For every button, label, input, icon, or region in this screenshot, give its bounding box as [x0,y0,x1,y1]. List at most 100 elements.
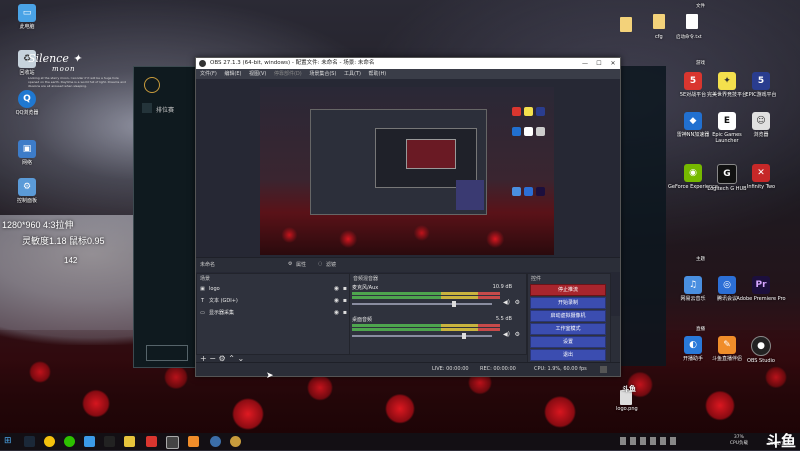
computer-icon: ▭ [18,4,36,22]
volume-slider[interactable] [352,333,492,339]
image-icon: ▣ [200,286,205,292]
logo-file-label: logo.png [616,406,638,412]
douyu-taskbar-icon[interactable] [188,436,199,447]
steam-icon[interactable] [24,436,35,447]
control-panel-icon: ⚙ [18,178,36,196]
preview-canvas[interactable] [260,87,554,255]
preview-app-icon [536,107,545,116]
app-icon-premiere[interactable]: Pr Adobe Premiere Pro [734,276,788,302]
text-icon: T [200,298,205,304]
app-taskbar-icon[interactable] [146,436,157,447]
cpu-tray: 37% CPU负载 [729,435,748,446]
properties-button[interactable]: 属性 [296,261,306,268]
controls-dock: 控件 停止推流 开始录制 启动虚拟摄像机 工作室模式 设置 退出 [527,273,611,365]
studio-mode-button[interactable]: 工作室模式 [530,323,606,335]
mixer-track-desktop: 桌面音频 5.5 dB ◀) ⚙ [352,316,520,339]
menu-tools[interactable]: 工具(T) [344,71,361,77]
preview-app-icon [524,127,533,136]
folder-icon[interactable] [620,17,632,32]
app-taskbar-icon[interactable] [84,436,95,447]
lock-icon[interactable]: ▪ [343,284,347,294]
desktop-icon-this-pc[interactable]: ▭ 此电脑 [0,4,54,30]
preview-flowers [260,215,554,255]
text-file-icon[interactable] [686,14,698,29]
desktop-icon-network[interactable]: ▣ 网络 [0,140,54,166]
group-label-games: 游戏 [696,61,705,66]
obs-window[interactable]: OBS 27.1.3 (64-bit, windows) - 配置文件: 未命名… [195,57,621,377]
speaker-icon[interactable]: ◀) [503,331,510,338]
sources-dock: 场景 ▣ logo ◉ ▪ T 文本 (GDI+) ◉ ▪ ▭ 显示器采集 ◉ ▪ [196,273,350,355]
menu-docks[interactable]: 停靠部件(D) [274,71,302,77]
menu-edit[interactable]: 编辑(E) [224,71,241,77]
wallpaper-silence-title: Silence ✦ moon [28,52,82,73]
app-icon-infinity[interactable]: ✕ Infinity Two [734,164,788,190]
scene-tab[interactable]: 未命名 [200,261,215,268]
menu-help[interactable]: 帮助(H) [369,71,387,77]
text-file-label: 启动命令.txt [676,35,702,40]
small-number: 142 [64,256,78,265]
menu-scene-collection[interactable]: 场景集合(S) [309,71,336,77]
app-icon-epic-platform[interactable]: 5 EPIC游戏平台 [734,72,788,98]
ranked-label: 排位赛 [156,107,175,114]
app-taskbar-icon[interactable] [210,436,221,447]
gear-icon[interactable]: ⚙ [288,261,292,267]
filters-button[interactable]: 滤镜 [326,261,336,268]
game-taskbar-icon[interactable] [230,436,241,447]
visibility-eye-icon[interactable]: ◉ [334,296,339,306]
volume-meter [352,292,500,295]
status-indicator-icon [600,366,607,373]
app-taskbar-icon[interactable] [104,436,115,447]
visibility-eye-icon[interactable]: ◉ [334,308,339,318]
desktop-icon-control-panel[interactable]: ⚙ 控制面板 [0,178,54,204]
volume-meter [352,324,500,327]
obs-title-bar[interactable]: OBS 27.1.3 (64-bit, windows) - 配置文件: 未命名… [196,58,620,69]
virtual-camera-button[interactable]: 启动虚拟摄像机 [530,310,606,322]
group-label-live: 直播 [696,327,705,332]
tray-icons[interactable] [620,437,680,445]
app-icon-obs[interactable]: ● OBS Studio [734,336,788,364]
slider-knob[interactable] [462,333,466,339]
app-taskbar-icon[interactable] [44,436,55,447]
exit-button[interactable]: 退出 [530,349,606,361]
maximize-icon[interactable]: ☐ [592,58,606,69]
nested-preview-3 [406,139,456,169]
epic-platform-icon: 5 [752,72,770,90]
menu-bar: 文件(F) 编辑(E) 视图(V) 停靠部件(D) 场景集合(S) 工具(T) … [196,69,620,79]
app-icon-misc[interactable]: ☺ 浏览器 [734,112,788,138]
obs-taskbar-icon[interactable] [166,436,179,449]
close-icon[interactable]: ✕ [606,58,620,69]
start-icon[interactable]: ⊞ [4,436,15,447]
source-item-display[interactable]: ▭ 显示器采集 ◉ ▪ [199,308,349,318]
menu-view[interactable]: 视图(V) [249,71,266,77]
menu-file[interactable]: 文件(F) [200,71,217,77]
lock-icon[interactable]: ▪ [343,308,347,318]
game-logo-icon [144,77,160,93]
game-client-window[interactable]: 排位赛 [133,66,197,368]
slider-knob[interactable] [452,301,456,307]
preview-area[interactable]: 未命名 ⚙ 属性 ◌ 滤镜 场景 ▣ logo ◉ ▪ T 文本 (GDI+) ◉ ▪ … [196,79,620,365]
app-taskbar-icon[interactable] [124,436,135,447]
qq-browser-icon: Q [18,90,36,108]
source-item-logo[interactable]: ▣ logo ◉ ▪ [199,284,349,294]
stop-streaming-button[interactable]: 停止推流 [530,284,606,296]
wallpaper-poem: Looking at the starry moon, I wonder if … [28,76,126,88]
preview-app-icon [536,187,545,196]
controls-title: 控件 [531,276,542,282]
gear-icon[interactable]: ⚙ [515,331,520,338]
lock-icon[interactable]: ▪ [343,296,347,306]
settings-button[interactable]: 设置 [530,336,606,348]
start-recording-button[interactable]: 开始录制 [530,297,606,309]
mixer-track-mic: 麦克风/Aux 10.9 dB ◀) ⚙ [352,284,520,307]
visibility-eye-icon[interactable]: ◉ [334,284,339,294]
wechat-icon[interactable] [64,436,75,447]
minimize-icon[interactable]: — [578,58,592,69]
cfg-folder-icon[interactable] [653,14,665,29]
app-misc-icon: ☺ [752,112,770,130]
source-item-text[interactable]: T 文本 (GDI+) ◉ ▪ [199,296,349,306]
speaker-icon[interactable]: ◀) [503,299,510,306]
volume-slider[interactable] [352,301,492,307]
filter-icon[interactable]: ◌ [318,261,322,267]
ranked-icon [142,103,152,113]
gear-icon[interactable]: ⚙ [515,299,520,306]
desktop-icon-qq-browser[interactable]: Q QQ浏览器 [0,90,54,116]
